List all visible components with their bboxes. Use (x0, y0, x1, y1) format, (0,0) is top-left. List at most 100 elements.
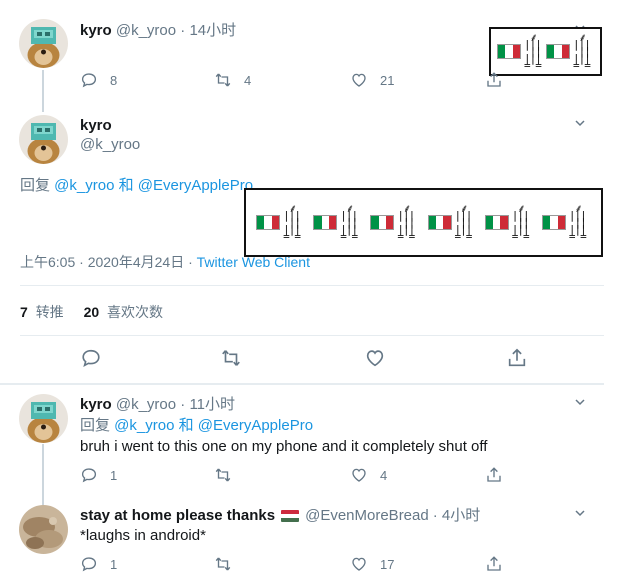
author-name[interactable]: kyro (80, 117, 112, 134)
flag-glyph: ⸙ ||| || ||| = = (256, 202, 305, 243)
share-button[interactable] (506, 347, 528, 369)
reply-button[interactable] (80, 347, 102, 369)
like-count: 4 (380, 467, 388, 483)
stacked-marks-decoration: ⸙ ||| || ||| = = (454, 202, 473, 243)
author-name[interactable]: kyro (80, 396, 112, 413)
italy-flag-icon (256, 215, 281, 230)
avatar[interactable] (19, 505, 68, 554)
retweet-button[interactable]: 4 (214, 71, 251, 89)
flag-glyph: ⸙ ||| || ||| = = (484, 202, 534, 243)
avatar[interactable] (19, 394, 68, 443)
stacked-marks-decoration: ⸙ ||| || ||| = = (283, 202, 301, 243)
flag-glyph: ⸙ ||| || ||| = = (497, 31, 546, 72)
tweet-text: *laughs in android* (80, 527, 206, 544)
reply-icon (82, 349, 100, 367)
tweet-time[interactable]: · 14小时 (180, 22, 236, 39)
reply-icon (81, 468, 97, 483)
chevron-down-icon[interactable] (574, 507, 586, 519)
reply-count: 1 (110, 556, 118, 572)
flag-glyph: ⸙ ||| || ||| = = (370, 202, 419, 243)
italy-flag-icon (497, 44, 521, 59)
chevron-down-icon[interactable] (574, 396, 586, 408)
heart-icon (352, 73, 366, 87)
divider (20, 335, 604, 336)
share-button[interactable] (485, 555, 503, 573)
tweet-text: bruh i went to this one on my phone and … (80, 438, 488, 455)
retweet-icon (222, 350, 240, 366)
divider (0, 383, 604, 385)
chevron-down-icon[interactable] (574, 117, 586, 129)
reply-icon (81, 557, 97, 572)
flag-glyph: ⸙ ||| || ||| = = (313, 202, 362, 243)
retweet-icon (215, 73, 231, 87)
mention-link[interactable]: @k_yroo (54, 177, 114, 194)
mention-link[interactable]: @EveryApplePro (198, 417, 313, 434)
reply-button[interactable]: 8 (80, 71, 117, 89)
stacked-marks-decoration: ⸙ ||| || ||| = = (340, 202, 358, 243)
retweet-count: 4 (244, 72, 252, 88)
like-button[interactable]: 4 (350, 466, 387, 484)
tweet-time[interactable]: · 4小时 (433, 506, 481, 526)
share-icon (487, 556, 501, 571)
author-handle[interactable]: @k_yroo (116, 396, 176, 413)
like-label[interactable]: 喜欢次数 (107, 304, 163, 320)
avatar[interactable] (19, 115, 68, 164)
like-button[interactable] (364, 347, 386, 369)
reply-context: 回复 @k_yroo 和 @EveryApplePro (80, 417, 314, 434)
thread-line (42, 70, 44, 112)
reply-count: 8 (110, 72, 118, 88)
retweet-icon (215, 468, 231, 482)
italy-flag-icon (313, 215, 338, 230)
tweet-timestamp[interactable]: 上午6:05 · 2020年4月24日 · (20, 254, 197, 270)
mention-link[interactable]: @k_yroo (114, 417, 174, 434)
tweet-time[interactable]: · 11小时 (180, 396, 235, 413)
stacked-marks-decoration: ⸙ ||| || ||| = = (573, 31, 591, 72)
share-icon (487, 72, 501, 87)
avatar[interactable] (19, 19, 68, 68)
reply-icon (81, 73, 97, 88)
divider (20, 285, 604, 286)
heart-icon (366, 350, 384, 367)
reply-button[interactable]: 1 (80, 555, 117, 573)
share-button[interactable] (485, 71, 503, 89)
author-name[interactable]: kyro (80, 22, 112, 39)
retweet-button[interactable] (220, 347, 242, 369)
author-name[interactable]: stay at home please thanks (80, 506, 275, 526)
heart-icon (352, 557, 366, 571)
like-button[interactable]: 21 (350, 71, 394, 89)
flag-glyph: ⸙ ||| || ||| = = (541, 202, 591, 243)
like-count: 21 (380, 72, 395, 88)
corrupted-text-image: ⸙ ||| || ||| = = ⸙ ||| || ||| = = ⸙ ||| … (244, 188, 603, 257)
stacked-marks-decoration: ⸙ ||| || ||| = = (568, 202, 587, 243)
retweet-icon (215, 557, 231, 571)
like-count: 17 (380, 556, 395, 572)
share-icon (487, 467, 501, 482)
hungary-flag-icon (281, 510, 300, 522)
italy-flag-icon (427, 215, 452, 230)
heart-icon (352, 468, 366, 482)
corrupted-text-image: ⸙ ||| || ||| = = ⸙ ||| || ||| = = (489, 27, 602, 76)
reply-button[interactable]: 1 (80, 466, 117, 484)
client-link[interactable]: Twitter Web Client (197, 254, 310, 270)
flag-glyph: ⸙ ||| || ||| = = (427, 202, 477, 243)
like-total[interactable]: 20 (84, 304, 100, 320)
retweet-button[interactable] (214, 555, 232, 573)
italy-flag-icon (370, 215, 395, 230)
retweet-total[interactable]: 7 (20, 304, 28, 320)
thread-line (42, 444, 44, 506)
author-handle[interactable]: @k_yroo (80, 136, 140, 153)
stacked-marks-decoration: ⸙ ||| || ||| = = (397, 202, 415, 243)
share-button[interactable] (485, 466, 503, 484)
stacked-marks-decoration: ⸙ ||| || ||| = = (524, 31, 542, 72)
like-button[interactable]: 17 (350, 555, 394, 573)
reply-count: 1 (110, 467, 118, 483)
share-icon (508, 348, 526, 367)
mention-link[interactable]: @EveryApplePro (138, 177, 253, 194)
reply-context: 回复 @k_yroo 和 @EveryApplePro (20, 177, 254, 194)
italy-flag-icon (541, 215, 566, 230)
author-handle[interactable]: @EvenMoreBread (305, 506, 429, 526)
stacked-marks-decoration: ⸙ ||| || ||| = = (511, 202, 530, 243)
retweet-label[interactable]: 转推 (36, 304, 64, 320)
retweet-button[interactable] (214, 466, 232, 484)
author-handle[interactable]: @k_yroo (116, 22, 176, 39)
